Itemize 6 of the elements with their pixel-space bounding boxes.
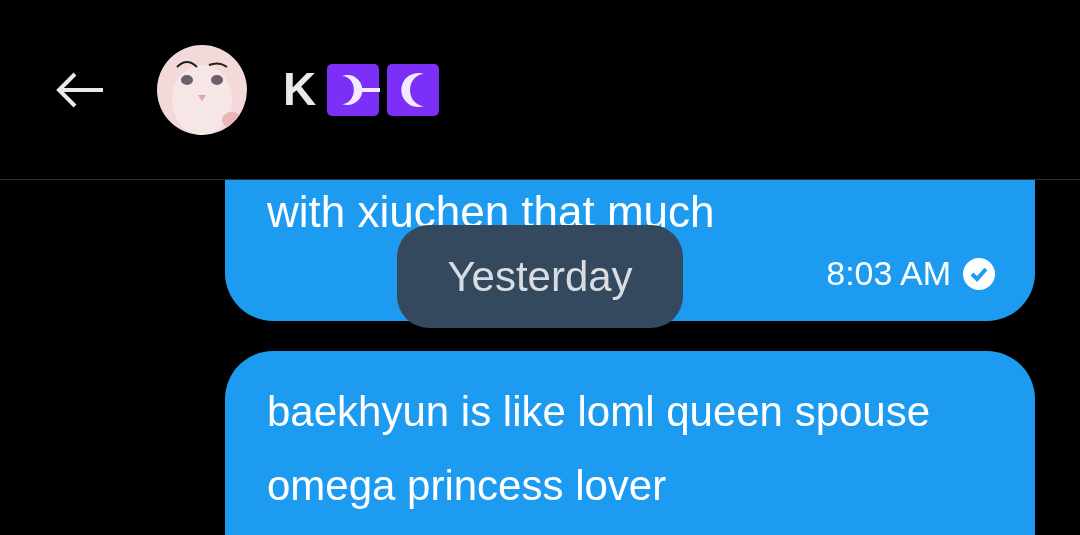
message-text: baekhyun is like loml queen spouse omega princess lover (267, 387, 932, 511)
message-time: 8:03 AM (826, 253, 951, 294)
sent-check-icon (963, 257, 995, 290)
crescent-moon-icon (386, 62, 441, 117)
contact-name: K (283, 62, 317, 117)
crescent-bar-icon (326, 62, 381, 117)
